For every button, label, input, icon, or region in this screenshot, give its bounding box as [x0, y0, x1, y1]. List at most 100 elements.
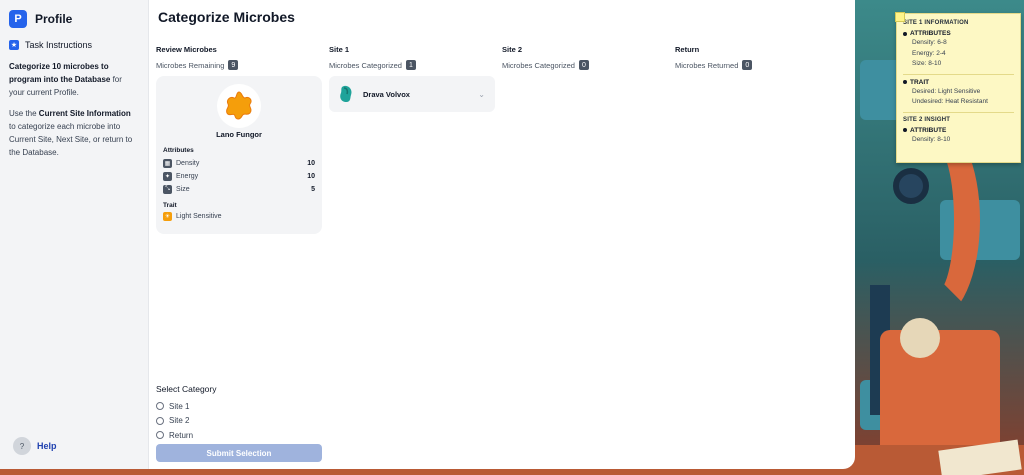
task-instructions-header: ★ Task Instructions [9, 40, 139, 50]
instruction-2-bold: Current Site Information [38, 109, 131, 118]
attribute-value: 5 [311, 186, 315, 193]
question-mark-icon: ? [13, 437, 31, 455]
undesired-value: Heat Resistant [943, 98, 988, 105]
attribute-row-size: ⤡ Size 5 [163, 183, 315, 196]
radio-button[interactable] [156, 416, 164, 425]
submit-selection-button[interactable]: Submit Selection [156, 444, 322, 462]
desired-trait-line: Desired: Light Sensitive [903, 88, 1014, 99]
undesired-trait-line: Undesired: Heat Resistant [903, 98, 1014, 109]
note-divider [903, 111, 1014, 113]
count-badge: 1 [405, 60, 416, 70]
sun-icon: ☀ [163, 212, 172, 221]
column-return: Return Microbes Returned 0 [675, 45, 848, 234]
column-subtitle-label: Microbes Returned [675, 60, 739, 70]
radio-option-site-1[interactable]: Site 1 [156, 399, 216, 414]
size-icon: ⤡ [163, 185, 172, 194]
attribute-row-density: ▦ Density 10 [163, 157, 315, 170]
note-attribute-line: Size: 8-10 [912, 60, 942, 67]
column-subtitle: Microbes Remaining 9 [156, 60, 329, 70]
note-attribute-line: Density: 6-8 [912, 39, 947, 46]
count-badge: 0 [578, 60, 589, 70]
radio-label: Site 1 [169, 401, 190, 411]
attribute-value: 10 [307, 160, 315, 167]
chevron-down-icon[interactable]: ⌄ [478, 90, 485, 99]
main-panel: Categorize Microbes Review Microbes Micr… [149, 0, 855, 469]
attribute-label: Energy [176, 173, 199, 180]
app-window: P Profile ★ Task Instructions Categorize… [0, 0, 855, 469]
fungus-blob-icon [226, 91, 252, 120]
select-category-title: Select Category [156, 384, 217, 394]
count-badge: 0 [742, 60, 753, 70]
trait-subheader: TRAIT [903, 79, 1014, 86]
instruction-1-bold: Categorize 10 microbes to program into t… [9, 62, 111, 84]
site-2-insight-header: SITE 2 INSIGHT [903, 116, 951, 123]
density-icon: ▦ [163, 159, 172, 168]
column-title: Site 2 [502, 45, 523, 54]
sidebar-title: Profile [35, 12, 73, 26]
bullet-icon [903, 80, 907, 84]
column-site-2: Site 2 Microbes Categorized 0 [502, 45, 675, 234]
instruction-paragraph-2: Use the Current Site Information to cate… [9, 107, 139, 159]
page-title: Categorize Microbes [158, 9, 295, 25]
column-subtitle-label: Microbes Remaining [156, 60, 225, 70]
categorized-microbe-item[interactable]: Drava Volvox ⌄ [329, 76, 495, 112]
trait-row: ☀ Light Sensitive [163, 212, 315, 221]
trait-subheader-label: TRAIT [910, 78, 930, 86]
note-attribute-line: Energy: 2-4 [912, 49, 946, 57]
desired-label: Desired: [912, 87, 937, 95]
instruction-paragraph-1: Categorize 10 microbes to program into t… [9, 60, 139, 99]
microbe-name: Drava Volvox [363, 89, 410, 99]
help-label: Help [37, 441, 57, 451]
note-pin-icon [895, 12, 905, 22]
category-columns: Review Microbes Microbes Remaining 9 Lan… [156, 45, 848, 234]
bullet-icon [903, 128, 907, 132]
attribute-row-energy: ✦ Energy 10 [163, 170, 315, 183]
column-title: Site 1 [329, 45, 350, 54]
insight-attribute-line: Density: 8-10 [912, 135, 951, 143]
attribute-value: 10 [307, 173, 315, 180]
column-subtitle-label: Microbes Categorized [502, 60, 575, 70]
column-title: Review Microbes [156, 45, 217, 54]
star-icon: ★ [9, 40, 19, 50]
microbe-card[interactable]: Lano Fungor Attributes ▦ Density 10 ✦ Ener… [156, 76, 322, 234]
microbe-name: Lano Fungor [216, 130, 262, 139]
radio-label: Site 2 [169, 416, 190, 426]
column-subtitle: Microbes Returned 0 [675, 60, 848, 70]
desired-value: Light Sensitive [936, 87, 981, 95]
column-title: Return [675, 45, 700, 54]
column-subtitle: Microbes Categorized 1 [329, 60, 502, 70]
radio-label: Return [169, 430, 194, 440]
undesired-label: Undesired: [912, 98, 944, 105]
task-instructions-label: Task Instructions [25, 40, 93, 50]
attributes-label: Attributes [163, 147, 194, 154]
note-divider [903, 73, 1014, 75]
attributes-subheader: ATTRIBUTES [903, 30, 1014, 37]
radio-button[interactable] [156, 402, 164, 411]
bean-microbe-icon [340, 85, 352, 102]
column-subtitle-label: Microbes Categorized [329, 60, 402, 70]
insight-attribute-subheader: ATTRIBUTE [903, 127, 1014, 134]
trait-label: Trait [163, 202, 177, 209]
column-site-1: Site 1 Microbes Categorized 1 Drava Volv… [329, 45, 502, 234]
microbe-image [217, 84, 261, 128]
column-review-microbes: Review Microbes Microbes Remaining 9 Lan… [156, 45, 329, 234]
radio-option-site-2[interactable]: Site 2 [156, 414, 216, 429]
site-1-information-header: SITE 1 INFORMATION [903, 20, 969, 26]
trait-value: Light Sensitive [176, 213, 222, 220]
attributes-subheader-label: ATTRIBUTES [910, 30, 951, 37]
attribute-label: Size [176, 186, 190, 193]
help-button[interactable]: ? Help [13, 437, 57, 455]
energy-icon: ✦ [163, 172, 172, 181]
radio-button[interactable] [156, 431, 164, 440]
profile-logo-icon: P [9, 10, 27, 28]
category-selector: Select Category Site 1 Site 2 Return [156, 384, 216, 443]
bullet-icon [903, 31, 907, 36]
radio-option-return[interactable]: Return [156, 428, 216, 443]
count-badge: 9 [228, 60, 239, 70]
insight-attribute-subheader-label: ATTRIBUTE [910, 126, 947, 134]
profile-header: P Profile [9, 10, 139, 28]
instruction-2-rest: to categorize each microbe into Current … [9, 122, 133, 157]
sidebar: P Profile ★ Task Instructions Categorize… [0, 0, 149, 469]
instruction-2-pre: Use the [9, 109, 39, 118]
site-information-note: SITE 1 INFORMATION ATTRIBUTES Density: 6… [895, 12, 1021, 163]
